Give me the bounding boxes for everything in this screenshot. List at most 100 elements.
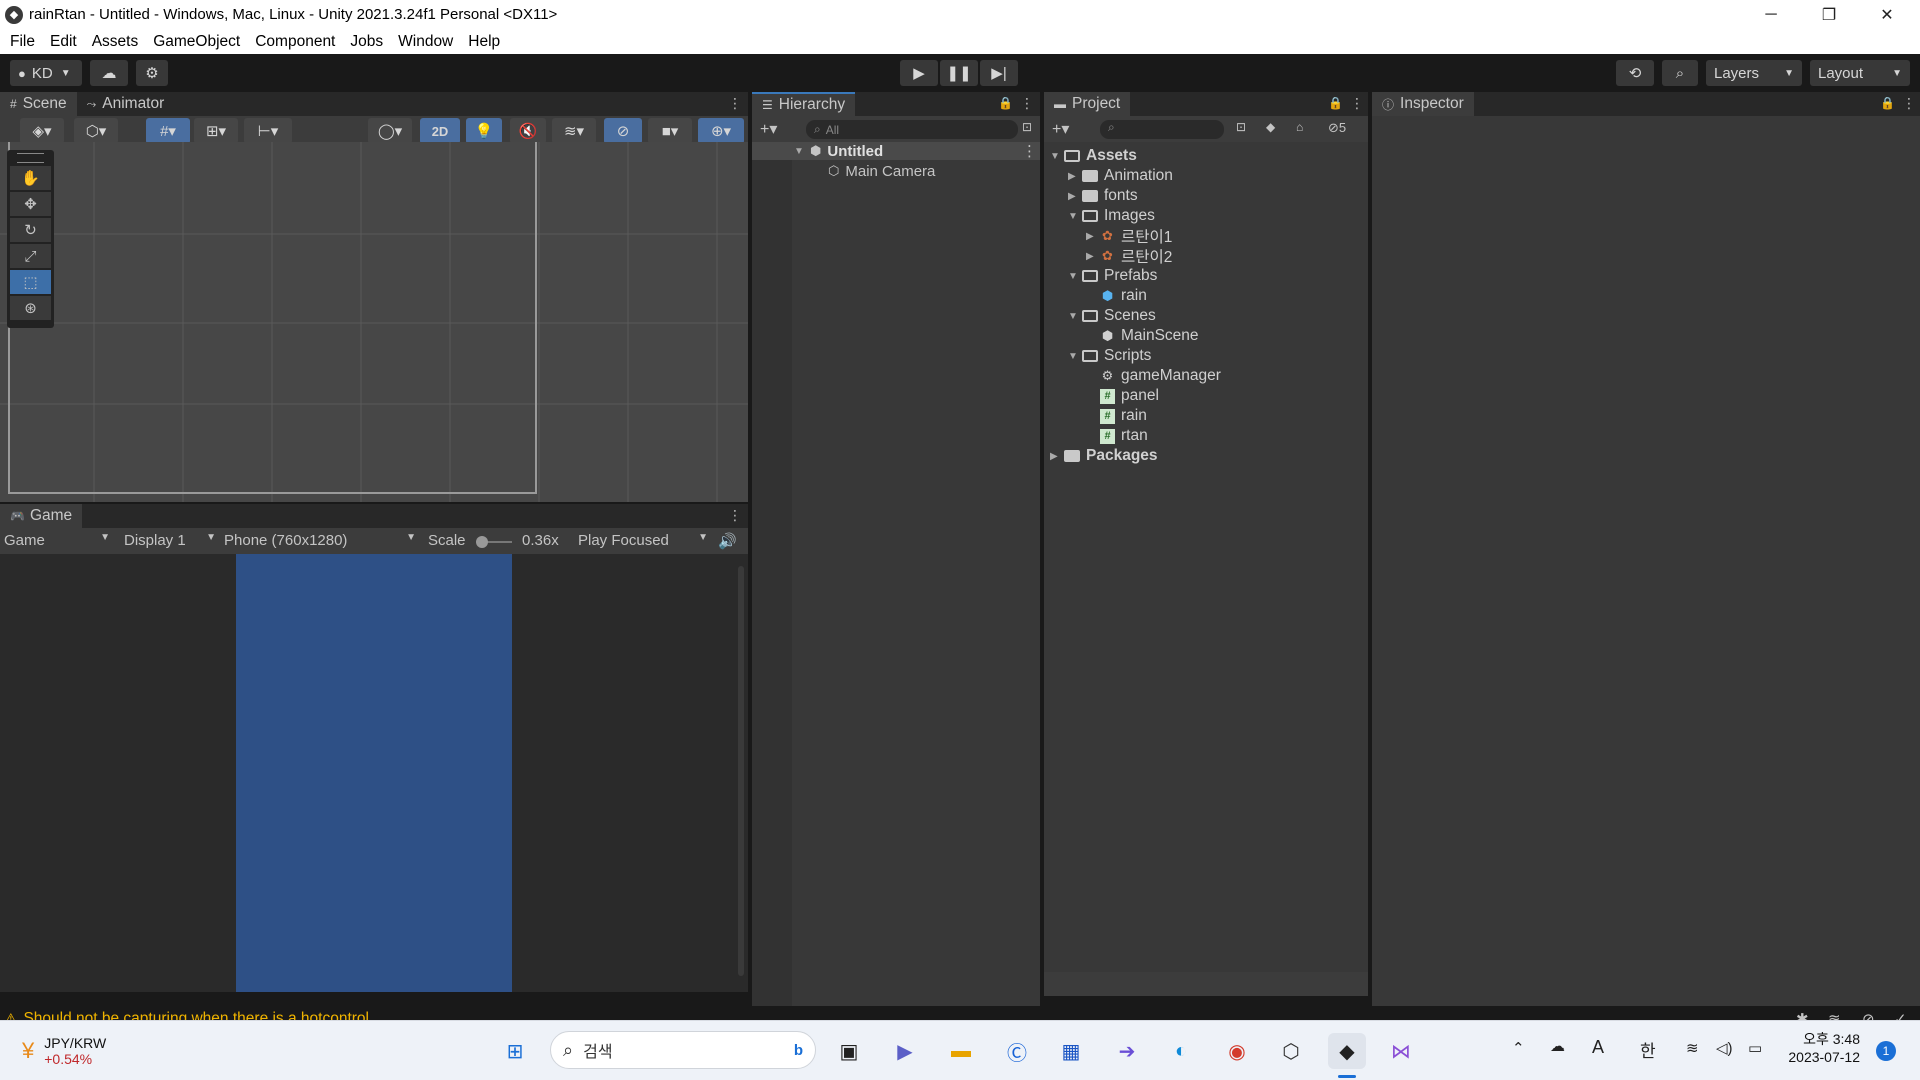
expand-arrow-icon[interactable]: ▶ [1068,171,1082,182]
move-tool-button[interactable]: ✥ [10,192,51,216]
folder-row-scripts[interactable]: ▼ Scripts [1068,346,1151,366]
folder-row-images[interactable]: ▼ Images [1068,206,1155,226]
lock-icon[interactable]: 🔒 [1328,96,1343,110]
widget-exchange-rate[interactable]: ¥ JPY/KRW +0.54% [22,1029,106,1073]
menu-window[interactable]: Window [398,33,453,51]
app-arrow-button[interactable]: ➔ [1108,1033,1146,1069]
render-mode-dropdown[interactable]: ⬡▾ [74,118,118,144]
search-by-type-icon[interactable]: ⊡ [1022,120,1032,134]
rotate-tool-button[interactable]: ↻ [10,218,51,242]
more-options-icon[interactable]: ⋮ [1350,95,1364,112]
asset-row-script[interactable]: # rtan [1100,426,1148,446]
history-button[interactable]: ⟲ [1616,60,1654,86]
resolution-dropdown[interactable]: Phone (760x1280) ▼ [224,532,416,549]
asset-row-prefab[interactable]: ⬢ rain [1100,286,1147,306]
expand-arrow-icon[interactable]: ▼ [1050,151,1064,162]
scale-slider[interactable] [475,536,512,548]
clock[interactable]: 오후 3:48 2023-07-12 [1780,1029,1860,1065]
unity-hub-button[interactable]: ⬡ [1272,1033,1310,1069]
toggle-2d-button[interactable]: 2D [420,118,460,144]
camera-dropdown[interactable]: ■▾ [648,118,692,144]
font-indicator[interactable]: A [1592,1037,1604,1058]
draw-mode-dropdown[interactable]: ◈▾ [20,118,64,144]
lock-icon[interactable]: 🔒 [1880,96,1895,110]
collab-button[interactable]: ⚙ [136,60,168,86]
hierarchy-item[interactable]: ⬡ Main Camera [828,162,935,180]
asset-row-script[interactable]: ⚙ gameManager [1100,366,1221,386]
game-view-dropdown[interactable]: Game ▼ [4,532,110,549]
scene-view[interactable]: ✋ ✥ ↻ ⤢ ⬚ ⊛ [0,142,748,502]
tab-animator[interactable]: ⤳ Animator [77,92,175,116]
app-c-button[interactable]: Ⓒ [998,1033,1036,1069]
effects-dropdown[interactable]: ≋▾ [552,118,596,144]
folder-row-scenes[interactable]: ▼ Scenes [1068,306,1156,326]
asset-row-script[interactable]: # rain [1100,406,1147,426]
game-view[interactable] [0,554,748,992]
notification-badge[interactable]: 1 [1876,1041,1896,1061]
hierarchy-search-input[interactable]: ⌕ All [806,120,1018,139]
speaker-icon[interactable]: 🔊 [718,532,737,550]
tab-scene[interactable]: # Scene [0,92,77,116]
battery-icon[interactable]: ▭ [1748,1039,1762,1057]
search-button[interactable]: ⌕ [1662,60,1698,86]
folder-row-animation[interactable]: ▶ Animation [1068,166,1173,186]
play-button[interactable]: ▶ [900,60,938,86]
wifi-icon[interactable]: ≋ [1686,1039,1699,1057]
close-button[interactable]: ✕ [1858,0,1916,29]
lighting-toggle[interactable]: 💡 [466,118,502,144]
add-button[interactable]: +▾ [760,119,777,139]
more-options-icon[interactable]: ⋮ [1020,95,1034,112]
tab-game[interactable]: 🎮 Game [0,504,83,528]
lock-icon[interactable]: 🔒 [998,96,1013,110]
more-options-icon[interactable]: ⋮ [728,507,742,524]
tab-inspector[interactable]: ⓘ Inspector [1372,92,1474,116]
label-tag-icon[interactable]: ⌂ [1296,120,1303,134]
unity-editor-button[interactable]: ◆ [1328,1033,1366,1069]
hand-tool-button[interactable]: ✋ [10,166,51,190]
folder-row-assets[interactable]: ▼ Assets [1050,146,1137,166]
audio-toggle[interactable]: 🔇 [510,118,546,144]
chevron-up-icon[interactable]: ⌃ [1512,1039,1525,1057]
more-options-icon[interactable]: ⋮ [1902,95,1916,112]
chrome-button[interactable]: ◉ [1218,1033,1256,1069]
edge-button[interactable]: ◐ [1162,1033,1200,1069]
expand-arrow-icon[interactable]: ▼ [1068,351,1082,362]
palette-handle[interactable] [17,153,44,163]
scale-tool-button[interactable]: ⤢ [10,244,51,268]
play-mode-dropdown[interactable]: Play Focused ▼ [578,532,708,549]
step-button[interactable]: ▶| [980,60,1018,86]
minimize-button[interactable]: ─ [1742,0,1800,29]
folder-row-fonts[interactable]: ▶ fonts [1068,186,1138,206]
snap-toggle[interactable]: ⊞▾ [194,118,238,144]
expand-arrow-icon[interactable]: ▶ [1086,231,1100,242]
menu-component[interactable]: Component [255,33,335,51]
taskview-button[interactable]: ▣ [830,1033,868,1069]
shading-dropdown[interactable]: ◯▾ [368,118,412,144]
restore-button[interactable]: ❐ [1800,0,1858,29]
start-button[interactable]: ⊞ [496,1033,534,1069]
ime-indicator[interactable]: 한 [1640,1037,1656,1062]
menu-file[interactable]: File [10,33,35,51]
hidden-packages-toggle[interactable]: ⊘5 [1328,120,1346,136]
transform-tool-button[interactable]: ⊛ [10,296,51,320]
asset-row-sprite[interactable]: ▶ ✿ 르탄이2 [1086,246,1172,266]
expand-arrow-icon[interactable]: ▼ [794,146,808,157]
menu-assets[interactable]: Assets [92,33,139,51]
more-options-icon[interactable]: ⋮ [1022,142,1037,160]
asset-row-sprite[interactable]: ▶ ✿ 르탄이1 [1086,226,1172,246]
more-options-icon[interactable]: ⋮ [728,95,742,112]
expand-arrow-icon[interactable]: ▶ [1068,191,1082,202]
taskbar-search-input[interactable]: ⌕ 검색 b [550,1031,816,1069]
filter-icon[interactable]: ◆ [1266,120,1275,134]
gizmos-dropdown[interactable]: ⊕▾ [698,118,744,144]
onedrive-cloud-icon[interactable]: ☁ [1550,1037,1565,1055]
speaker-icon[interactable]: ◁) [1716,1039,1733,1057]
folder-row-prefabs[interactable]: ▼ Prefabs [1068,266,1157,286]
search-by-type-icon[interactable]: ⊡ [1236,120,1246,134]
file-explorer-button[interactable]: ▬ [942,1033,980,1069]
cloud-button[interactable]: ☁ [90,60,128,86]
grid-toggle[interactable]: #▾ [146,118,190,144]
folder-row-packages[interactable]: ▶ Packages [1050,446,1158,466]
expand-arrow-icon[interactable]: ▶ [1050,451,1064,462]
layers-dropdown[interactable]: Layers ▼ [1706,60,1802,86]
